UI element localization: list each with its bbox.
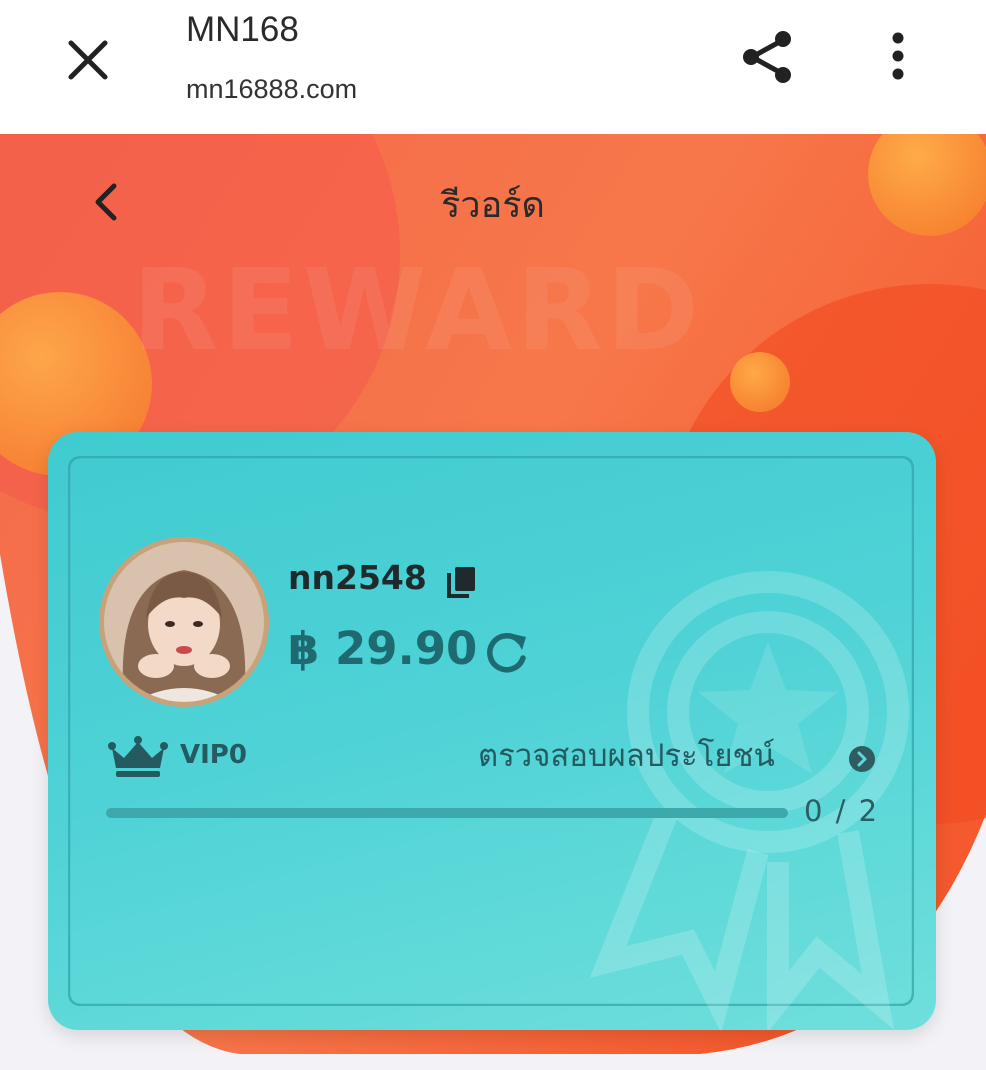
copy-username-button[interactable] [442, 562, 482, 602]
balance-amount: ฿ 29.90 [288, 622, 478, 675]
avatar[interactable] [104, 542, 264, 702]
vip-progress-bar [106, 808, 788, 818]
close-button[interactable] [58, 30, 118, 90]
reward-watermark: REWARD [132, 246, 704, 376]
page-title: รีวอร์ด [441, 185, 545, 226]
copy-icon [447, 567, 475, 598]
user-avatar [104, 542, 264, 702]
more-vertical-icon [892, 32, 904, 80]
medal-watermark-icon [589, 571, 909, 1030]
chevron-right-circle-icon [849, 746, 875, 772]
benefits-arrow-button[interactable] [848, 745, 876, 773]
vip-card: nn2548 ฿ 29.90 VIP0 ตรวจสอบผลประโยชน์ 0 … [48, 432, 936, 1030]
refresh-icon [487, 633, 526, 673]
crown-icon [108, 736, 168, 777]
check-benefits-link[interactable]: ตรวจสอบผลประโยชน์ [478, 730, 775, 780]
site-title: MN168 [186, 10, 299, 49]
refresh-balance-button[interactable] [482, 628, 532, 678]
username: nn2548 [288, 558, 427, 597]
vip-progress-text: 0 / 2 [804, 794, 880, 828]
more-options-button[interactable] [880, 28, 916, 84]
share-icon [743, 31, 791, 83]
site-url: mn16888.com [186, 74, 358, 104]
share-button[interactable] [738, 26, 798, 86]
browser-top-bar: MN168 mn16888.com [0, 0, 986, 134]
close-icon [68, 40, 108, 80]
vip-level: VIP0 [180, 740, 247, 770]
